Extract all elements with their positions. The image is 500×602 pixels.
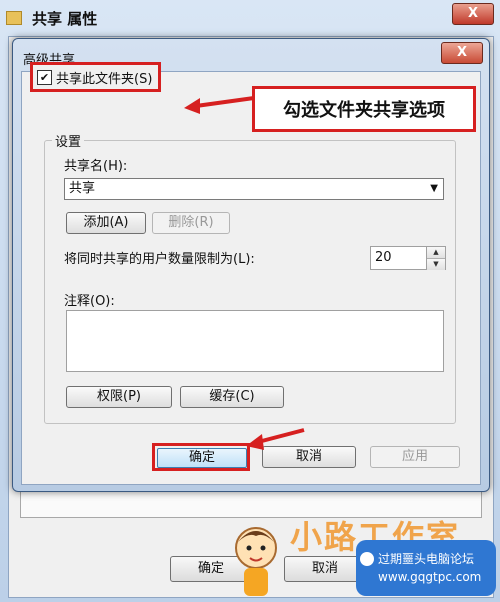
- callout-arrow-icon: [184, 96, 255, 114]
- properties-cancel-button[interactable]: 取消: [284, 556, 366, 582]
- apply-button[interactable]: 应用: [370, 446, 460, 468]
- user-limit-value: 20: [375, 250, 392, 265]
- spinner-down-icon[interactable]: ▼: [427, 259, 445, 270]
- share-folder-checkbox-label: 共享此文件夹(S): [56, 71, 153, 87]
- dropdown-arrow-icon: ▼: [430, 183, 438, 194]
- share-name-label: 共享名(H):: [64, 159, 128, 174]
- forum-logo-icon: [360, 552, 374, 566]
- remove-button[interactable]: 删除(R): [152, 212, 230, 234]
- comment-label: 注释(O):: [64, 294, 115, 309]
- folder-icon: [6, 11, 22, 25]
- cache-button[interactable]: 缓存(C): [180, 386, 284, 408]
- ok-button[interactable]: 确定: [157, 448, 247, 468]
- comment-textarea[interactable]: [66, 310, 444, 372]
- properties-title: 共享 属性: [32, 9, 98, 28]
- ok-arrow-icon: [246, 428, 305, 450]
- user-limit-spinner[interactable]: 20 ▲ ▼: [370, 246, 446, 270]
- share-name-select[interactable]: 共享 ▼: [64, 178, 444, 200]
- spinner-up-icon[interactable]: ▲: [427, 247, 445, 259]
- properties-close-button[interactable]: X: [452, 3, 494, 25]
- dialog-close-button[interactable]: X: [441, 42, 483, 64]
- ok-button-highlight: 确定: [152, 443, 250, 471]
- share-name-value: 共享: [69, 181, 96, 196]
- callout-annotation: 勾选文件夹共享选项: [252, 86, 476, 132]
- settings-group-label: 设置: [52, 131, 85, 150]
- add-button[interactable]: 添加(A): [66, 212, 146, 234]
- cartoon-boy-icon: [235, 527, 277, 596]
- spinner-buttons: ▲ ▼: [426, 247, 445, 270]
- permissions-button[interactable]: 权限(P): [66, 386, 172, 408]
- share-folder-checkbox-row[interactable]: ✔ 共享此文件夹(S): [30, 62, 162, 92]
- share-folder-checkbox[interactable]: ✔: [37, 69, 52, 85]
- user-limit-label: 将同时共享的用户数量限制为(L):: [64, 252, 255, 267]
- forum-badge: 过期噩头电脑论坛 www.gqgtpc.com: [356, 540, 496, 596]
- callout-text: 勾选文件夹共享选项: [283, 100, 445, 121]
- forum-url: www.gqgtpc.com: [378, 570, 482, 584]
- properties-title-bar: 共享 属性: [0, 0, 500, 36]
- forum-name: 过期噩头电脑论坛: [378, 552, 475, 566]
